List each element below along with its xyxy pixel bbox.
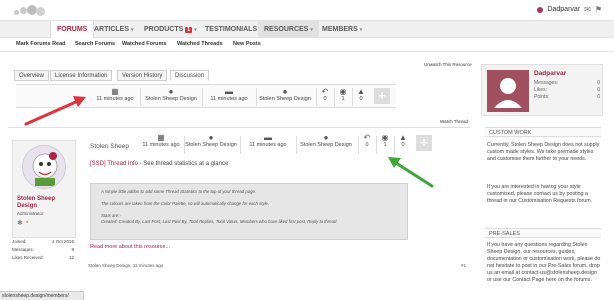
user-avatar-icon[interactable] <box>537 6 544 13</box>
reply-icon: ↶ <box>363 133 371 142</box>
reply-plus-button[interactable]: + <box>374 88 390 104</box>
sub-nav: Mark Forums Read Search Forums Watched F… <box>0 38 614 52</box>
thread-stat-likes: ▲ 0 <box>396 133 410 148</box>
user-plus-icon: ● <box>323 133 329 142</box>
tab-license-information[interactable]: License Information <box>50 70 113 81</box>
flag-icon: ▪ <box>26 219 29 226</box>
post-user-block: Stolen Sheep Design Administrator ✱ ▪ <box>12 140 76 238</box>
tab-overview[interactable]: Overview <box>14 70 50 81</box>
sidebar-stat-messages: Messages: 0 <box>534 80 600 86</box>
read-more-link[interactable]: Read more about this resource... <box>90 244 170 250</box>
user-icon: ● <box>168 87 174 96</box>
poster-stat-messages: Messages: 9 <box>12 247 74 252</box>
stat-last-author[interactable]: ● Stolen Sheep Design <box>256 87 314 102</box>
thread-stat-author[interactable]: ● Stolen Sheep Design <box>184 133 238 148</box>
sidebar-stat-points: Points: 0 <box>534 94 600 100</box>
quote-line: A simple little addon to add some Thread… <box>101 189 257 194</box>
stat-last-post: ▬ 11 minutes ago <box>204 87 254 102</box>
main-nav: FORUMS ARTICLES ▾ PRODUCTS 1 ▾ TESTIMONIALS… <box>0 20 614 40</box>
poster-title: Administrator <box>17 211 44 216</box>
reply-icon: ↶ <box>321 87 329 96</box>
browser-status-url: stolensheep.design/members/ <box>0 291 84 300</box>
poster-name[interactable]: Stolen Sheep Design <box>17 196 73 210</box>
red-arrow-annotation <box>24 96 86 126</box>
sidebar-avatar[interactable] <box>487 70 529 112</box>
thread-stat-created: ▦ 11 minutes ago <box>140 133 182 148</box>
poster-stats: Joined: 4 Oct 2015 Messages: 9 Likes Recei… <box>12 238 76 262</box>
quote-line: Created: Created By, Last Post, Last Pos… <box>101 219 337 224</box>
mark-forums-read-link[interactable]: Mark Forums Read <box>16 41 66 47</box>
nav-testimonials[interactable]: TESTIMONIALS <box>199 21 263 38</box>
tab-discussion[interactable]: Discussion <box>170 70 210 81</box>
username-link[interactable]: Dadparvar <box>547 6 580 13</box>
thread-stat-last-post: ▬ 11 minutes ago <box>242 133 294 148</box>
thumbs-up-icon: ▲ <box>357 87 365 96</box>
alerts-icon[interactable]: ⚑ <box>595 5 602 14</box>
comment-icon: ▬ <box>225 87 233 96</box>
poster-stat-likes: Likes Received: 12 <box>12 255 74 260</box>
post-meta[interactable]: Stolen Sheep Design, 11 minutes ago <box>88 263 163 268</box>
inbox-icon[interactable]: ✉ <box>584 5 591 14</box>
thread-stat-replies: ↶ 0 <box>360 133 374 148</box>
thread-stat-views: ◉ 1 <box>378 133 392 148</box>
nav-products[interactable]: PRODUCTS 1 ▾ <box>138 21 203 38</box>
eye-icon: ◉ <box>339 87 347 96</box>
thread-stat-last-author[interactable]: ● Stolen Sheep Design <box>298 133 354 148</box>
poster-stat-joined: Joined: 4 Oct 2015 <box>12 239 74 244</box>
top-bar: Dadparvar ✉ ⚑ <box>0 0 614 20</box>
watched-threads-link[interactable]: Watched Threads <box>177 41 223 47</box>
tab-version-history[interactable]: Version History <box>117 70 168 81</box>
products-badge: 1 <box>185 27 193 33</box>
custom-work-text: Currently, Stolen Sheep Design does not … <box>487 142 600 162</box>
thumbs-up-icon: ▲ <box>399 133 407 142</box>
sheep-avatar-icon <box>23 146 65 188</box>
custom-work-title: CUSTOM WORK <box>485 127 601 137</box>
search-forums-link[interactable]: Search Forums <box>75 41 115 47</box>
quote-line: The colours are taken from the Color Pal… <box>101 201 270 206</box>
stat-created: ▦ 11 minutes ago <box>90 87 140 102</box>
eye-icon: ◉ <box>381 133 389 142</box>
sidebar-user-panel: Dadparvar Messages: 0 Likes: 0 Points: 0 <box>481 64 603 116</box>
nav-members[interactable]: MEMBERS ▾ <box>316 21 368 38</box>
nav-resources[interactable]: RESOURCES ▾ <box>258 21 319 38</box>
stat-views: ◉ 1 <box>336 87 350 102</box>
custom-work-text-2: If you are interested in having your sty… <box>487 184 593 204</box>
site-logo[interactable] <box>14 4 50 18</box>
watched-forums-link[interactable]: Watched Forums <box>122 41 166 47</box>
sidebar-stat-likes: Likes: 0 <box>534 87 600 93</box>
user-icon: ● <box>208 133 214 142</box>
post-author[interactable]: Stolen Sheep <box>90 143 129 150</box>
comment-icon: ▬ <box>264 133 272 142</box>
sidebar-username[interactable]: Dadparvar <box>534 70 566 77</box>
thread-title[interactable]: [SSD] Thread Info - See thread statistic… <box>90 161 228 167</box>
calendar-icon: ▦ <box>157 133 165 142</box>
thread-plus-button[interactable]: + <box>416 135 432 151</box>
new-posts-link[interactable]: New Posts <box>233 41 261 47</box>
divider <box>8 127 470 128</box>
calendar-icon: ▦ <box>111 87 119 96</box>
post-number[interactable]: #1 <box>461 263 466 268</box>
user-plus-icon: ● <box>282 87 288 96</box>
default-avatar-icon <box>494 78 522 108</box>
nav-articles[interactable]: ARTICLES ▾ <box>88 21 140 38</box>
user-bar: Dadparvar ✉ ⚑ <box>537 5 602 14</box>
stat-likes: ▲ 0 <box>354 87 368 102</box>
resource-description-quote: A simple little addon to add some Thread… <box>90 183 408 240</box>
presales-title: PRE-SALES <box>485 228 601 238</box>
watch-thread-link[interactable]: Watch Thread <box>440 119 468 124</box>
presales-text: If you have any questions regarding Stol… <box>487 242 601 283</box>
thread-prefix[interactable]: [SSD] Thread Info <box>90 161 138 167</box>
stat-replies: ↶ 0 <box>318 87 332 102</box>
stat-author[interactable]: ● Stolen Sheep Design <box>142 87 200 102</box>
unwatch-resource-link[interactable]: Unwatch This Resource <box>424 62 472 67</box>
trophy-icon: ✱ <box>17 220 23 227</box>
poster-avatar[interactable] <box>22 145 66 189</box>
